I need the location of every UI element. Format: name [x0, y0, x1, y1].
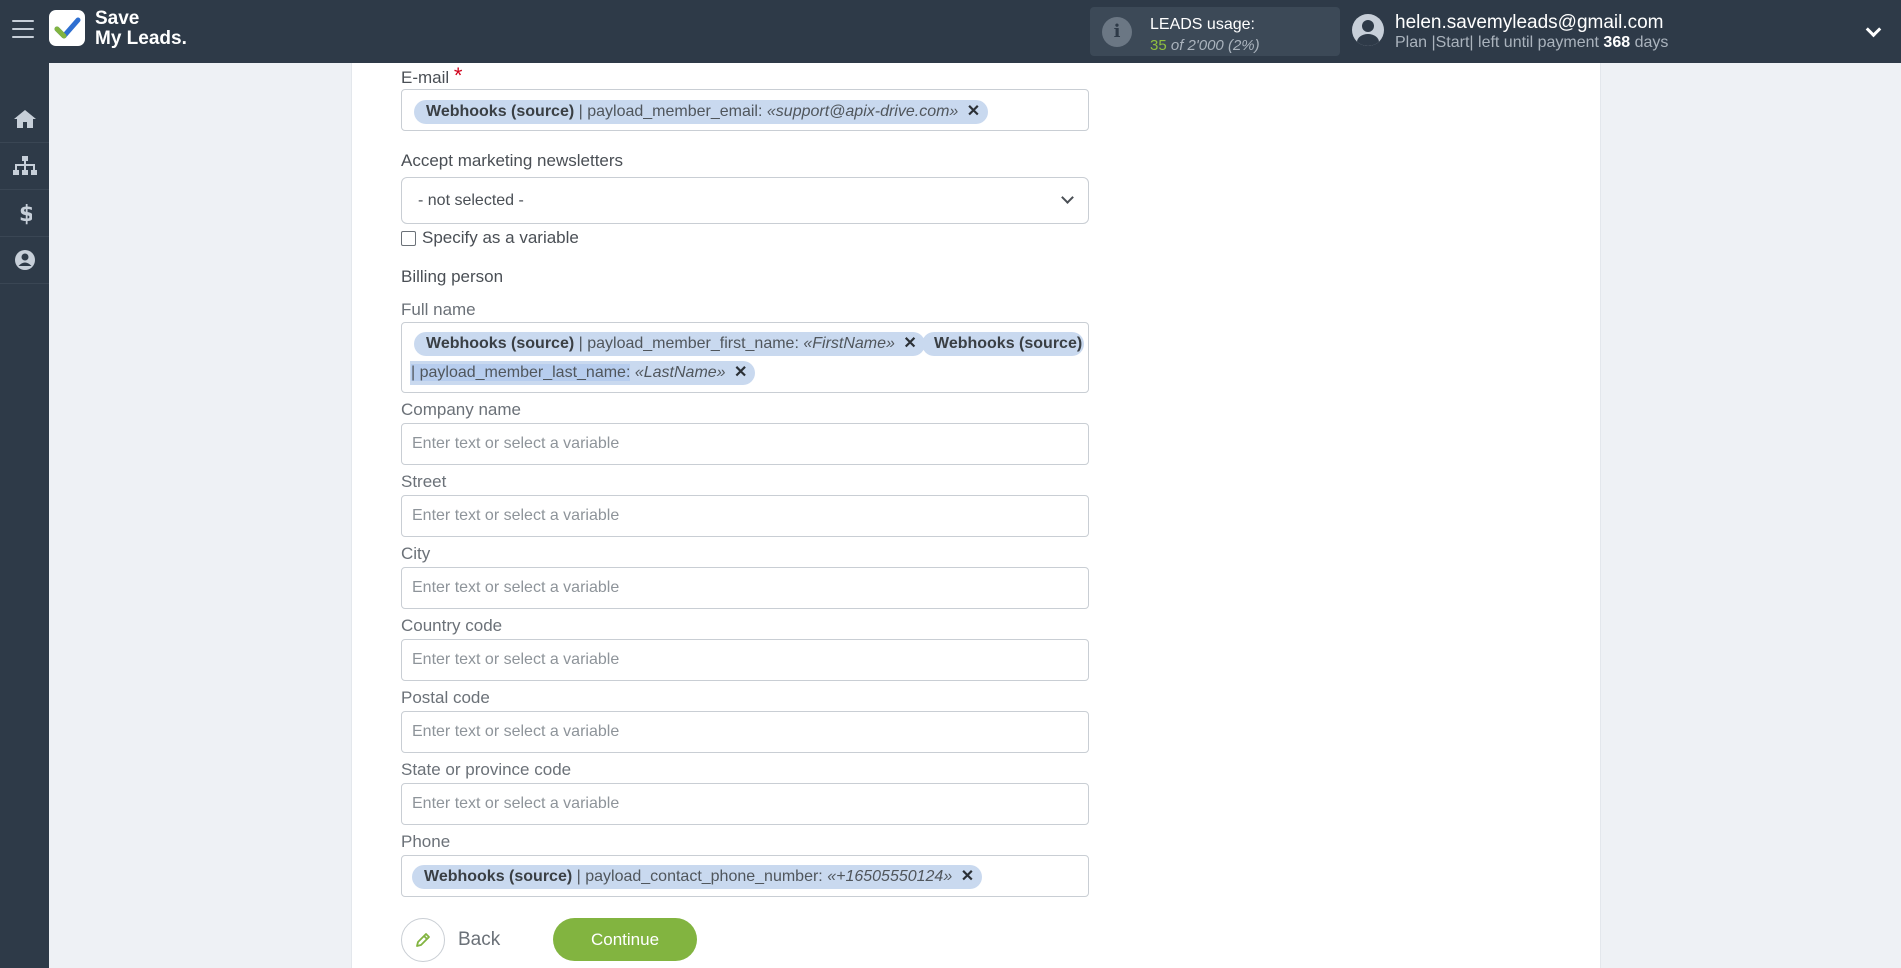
chip-field: | payload_contact_phone_number:	[576, 868, 823, 885]
specify-variable-label[interactable]: Specify as a variable	[422, 228, 579, 248]
postal-code-placeholder: Enter text or select a variable	[412, 723, 620, 740]
sidebar-item-connections[interactable]	[0, 143, 49, 190]
chevron-down-icon	[1061, 191, 1074, 204]
newsletters-selected: - not selected -	[418, 192, 524, 209]
chip-value: «+16505550124»	[827, 868, 953, 885]
sidebar-item-home[interactable]	[0, 96, 49, 143]
chip-value: «support@apix-drive.com»	[766, 103, 959, 120]
country-code-field[interactable]: Enter text or select a variable	[401, 639, 1089, 681]
last-name-variable-chip[interactable]: Webhooks (source)	[922, 332, 1085, 356]
avatar-icon[interactable]	[1352, 14, 1384, 46]
required-marker: *	[453, 63, 463, 88]
company-name-label: Company name	[401, 400, 522, 419]
state-code-label: State or province code	[401, 760, 572, 779]
phone-field[interactable]: Webhooks (source) | payload_contact_phon…	[401, 855, 1089, 897]
country-code-label: Country code	[401, 616, 503, 635]
logo-line-2: My Leads.	[95, 28, 187, 49]
user-email[interactable]: helen.savemyleads@gmail.com	[1395, 12, 1664, 34]
plan-suffix: days	[1634, 34, 1669, 51]
full-name-label: Full name	[401, 300, 476, 319]
state-code-field[interactable]: Enter text or select a variable	[401, 783, 1089, 825]
full-name-field[interactable]: Webhooks (source) | payload_member_first…	[401, 322, 1089, 393]
sidebar-item-billing[interactable]: $	[0, 190, 49, 237]
chip-field: | payload_member_last_name:	[411, 364, 631, 381]
chip-field: | payload_member_email:	[578, 103, 763, 120]
user-icon	[14, 250, 35, 270]
company-name-field[interactable]: Enter text or select a variable	[401, 423, 1089, 465]
chip-value: «LastName»	[634, 364, 726, 381]
close-icon[interactable]: ✕	[903, 335, 916, 352]
city-field[interactable]: Enter text or select a variable	[401, 567, 1089, 609]
chip-source: Webhooks (source)	[426, 103, 575, 120]
logo-line-1: Save	[95, 8, 140, 29]
close-icon[interactable]: ✕	[734, 364, 747, 381]
chip-source: Webhooks (source)	[424, 868, 573, 885]
leads-percent: (2%)	[1227, 37, 1260, 54]
street-field[interactable]: Enter text or select a variable	[401, 495, 1089, 537]
sitemap-icon	[12, 156, 37, 175]
back-button[interactable]: Back	[401, 918, 500, 962]
leads-total: of 2'000	[1170, 37, 1224, 54]
sidebar: $	[0, 63, 49, 968]
svg-text:$: $	[19, 202, 32, 225]
newsletters-label: Accept marketing newsletters	[401, 151, 624, 170]
leads-usage-panel: i LEADS usage: 35 of 2'000 (2%)	[1090, 7, 1340, 56]
email-field[interactable]: Webhooks (source) | payload_member_email…	[401, 89, 1089, 131]
state-code-placeholder: Enter text or select a variable	[412, 795, 620, 812]
first-name-variable-chip[interactable]: Webhooks (source) | payload_member_first…	[414, 332, 925, 356]
home-icon	[13, 110, 36, 128]
logo-icon[interactable]	[49, 10, 85, 46]
chip-field: | payload_member_first_name:	[578, 335, 799, 352]
chip-value: «FirstName»	[803, 335, 895, 352]
leads-used: 35	[1150, 37, 1167, 54]
plan-days: 368	[1603, 34, 1631, 51]
specify-variable-row[interactable]: Specify as a variable	[401, 228, 579, 248]
close-icon[interactable]: ✕	[961, 868, 974, 885]
top-bar: Save My Leads. i LEADS usage: 35 of 2'00…	[0, 0, 1901, 63]
country-code-placeholder: Enter text or select a variable	[412, 651, 620, 668]
email-label: E-mail *	[401, 63, 462, 89]
postal-code-field[interactable]: Enter text or select a variable	[401, 711, 1089, 753]
chip-source: Webhooks (source)	[934, 335, 1083, 352]
last-name-variable-chip-continued[interactable]: | payload_member_last_name: «LastName» ✕	[410, 361, 756, 385]
leads-usage-count: 35 of 2'000 (2%)	[1150, 37, 1260, 54]
continue-button[interactable]: Continue	[553, 918, 697, 961]
email-variable-chip[interactable]: Webhooks (source) | payload_member_email…	[414, 100, 989, 124]
email-label-text: E-mail	[401, 68, 450, 87]
specify-variable-checkbox[interactable]	[401, 230, 416, 246]
plan-info: Plan |Start| left until payment 368 days	[1395, 34, 1668, 52]
plan-prefix: Plan |Start| left until payment	[1395, 34, 1599, 51]
pencil-icon[interactable]	[401, 918, 445, 962]
phone-variable-chip[interactable]: Webhooks (source) | payload_contact_phon…	[412, 865, 983, 889]
leads-usage-label: LEADS usage:	[1150, 16, 1255, 33]
city-label: City	[401, 544, 431, 563]
company-name-placeholder: Enter text or select a variable	[412, 435, 620, 452]
menu-icon[interactable]	[12, 20, 34, 40]
sidebar-item-account[interactable]	[0, 237, 49, 284]
logo-text[interactable]: Save My Leads.	[95, 9, 187, 49]
newsletters-select[interactable]: - not selected -	[401, 177, 1089, 224]
back-label[interactable]: Back	[458, 929, 500, 951]
city-placeholder: Enter text or select a variable	[412, 579, 620, 596]
street-placeholder: Enter text or select a variable	[412, 507, 620, 524]
billing-person-heading: Billing person	[401, 267, 504, 286]
chevron-down-icon[interactable]	[1865, 21, 1882, 38]
postal-code-label: Postal code	[401, 688, 490, 707]
street-label: Street	[401, 472, 447, 491]
close-icon[interactable]: ✕	[967, 103, 980, 120]
phone-label: Phone	[401, 832, 451, 851]
info-icon: i	[1102, 17, 1132, 47]
dollar-icon: $	[19, 202, 32, 225]
chip-source: Webhooks (source)	[426, 335, 575, 352]
